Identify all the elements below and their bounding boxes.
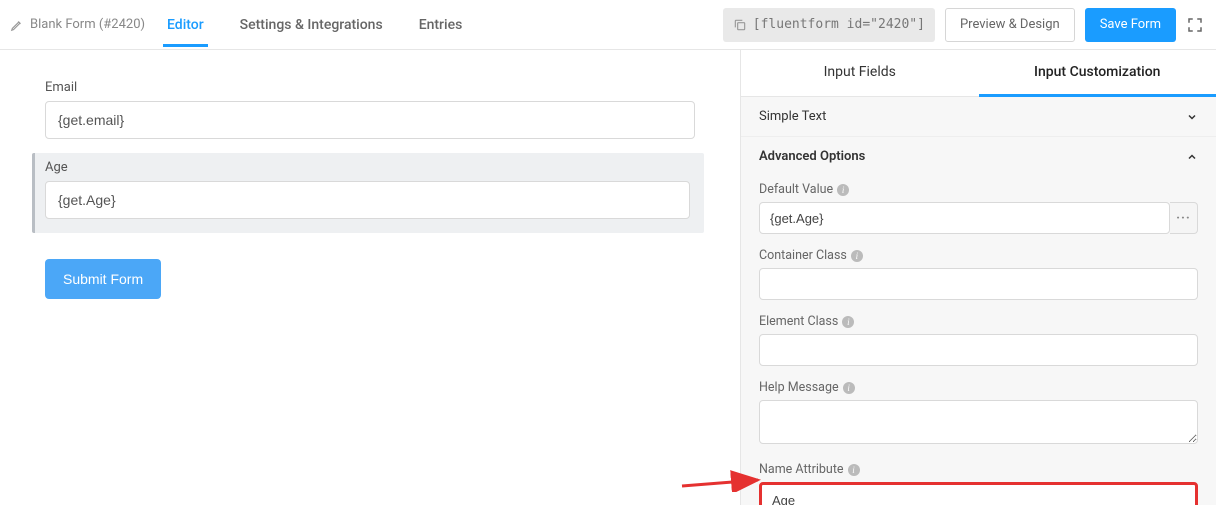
- chevron-up-icon: [1186, 151, 1198, 163]
- form-title-wrap[interactable]: Blank Form (#2420): [10, 17, 145, 32]
- preview-design-button[interactable]: Preview & Design: [945, 8, 1075, 42]
- opt-default-value: Default Value i ···: [759, 182, 1198, 234]
- info-icon[interactable]: i: [842, 316, 854, 328]
- form-title: Blank Form (#2420): [30, 17, 145, 32]
- form-canvas: Email Age Submit Form: [0, 50, 740, 505]
- container-class-input[interactable]: [759, 268, 1198, 300]
- opt-element-class: Element Class i: [759, 314, 1198, 366]
- field-label-email: Email: [45, 80, 725, 95]
- field-email[interactable]: Email: [45, 80, 725, 139]
- submit-button[interactable]: Submit Form: [45, 259, 161, 299]
- chevron-down-icon: [1186, 111, 1198, 123]
- pencil-icon: [10, 18, 24, 32]
- tab-settings[interactable]: Settings & Integrations: [236, 3, 387, 47]
- section-simple-text-label: Simple Text: [759, 109, 826, 124]
- smartcode-picker-button[interactable]: ···: [1170, 202, 1198, 234]
- name-attribute-input[interactable]: [759, 482, 1198, 505]
- opt-container-class: Container Class i: [759, 248, 1198, 300]
- tab-editor[interactable]: Editor: [163, 3, 208, 47]
- info-icon[interactable]: i: [837, 184, 849, 196]
- info-icon[interactable]: i: [848, 464, 860, 476]
- field-age[interactable]: Age: [32, 153, 704, 233]
- info-icon[interactable]: i: [851, 250, 863, 262]
- field-input-email[interactable]: [45, 101, 695, 139]
- opt-container-class-label: Container Class: [759, 248, 847, 263]
- header-tabs: Editor Settings & Integrations Entries: [163, 3, 466, 47]
- field-label-age: Age: [45, 160, 694, 175]
- section-advanced-label: Advanced Options: [759, 149, 865, 164]
- opt-help-message: Help Message i: [759, 380, 1198, 448]
- fullscreen-icon[interactable]: [1186, 16, 1204, 34]
- opt-name-attribute-label: Name Attribute: [759, 462, 844, 477]
- opt-element-class-label: Element Class: [759, 314, 838, 329]
- element-class-input[interactable]: [759, 334, 1198, 366]
- shortcode-box[interactable]: [fluentform id="2420"]: [723, 8, 935, 42]
- default-value-input[interactable]: [759, 202, 1170, 234]
- section-advanced-options[interactable]: Advanced Options: [741, 136, 1216, 176]
- sidebar-tab-input-fields[interactable]: Input Fields: [741, 50, 979, 97]
- help-message-input[interactable]: [759, 400, 1198, 444]
- section-simple-text[interactable]: Simple Text: [741, 97, 1216, 136]
- opt-default-value-label: Default Value: [759, 182, 833, 197]
- opt-name-attribute: Name Attribute i: [759, 462, 1198, 505]
- field-input-age[interactable]: [45, 181, 690, 219]
- tab-entries[interactable]: Entries: [415, 3, 467, 47]
- shortcode-text: [fluentform id="2420"]: [753, 17, 925, 32]
- sidebar-tab-input-customization[interactable]: Input Customization: [979, 50, 1216, 97]
- info-icon[interactable]: i: [843, 382, 855, 394]
- sidebar: Input Fields Input Customization Simple …: [740, 50, 1216, 505]
- copy-icon: [733, 18, 747, 32]
- save-form-button[interactable]: Save Form: [1085, 8, 1176, 42]
- opt-help-message-label: Help Message: [759, 380, 839, 395]
